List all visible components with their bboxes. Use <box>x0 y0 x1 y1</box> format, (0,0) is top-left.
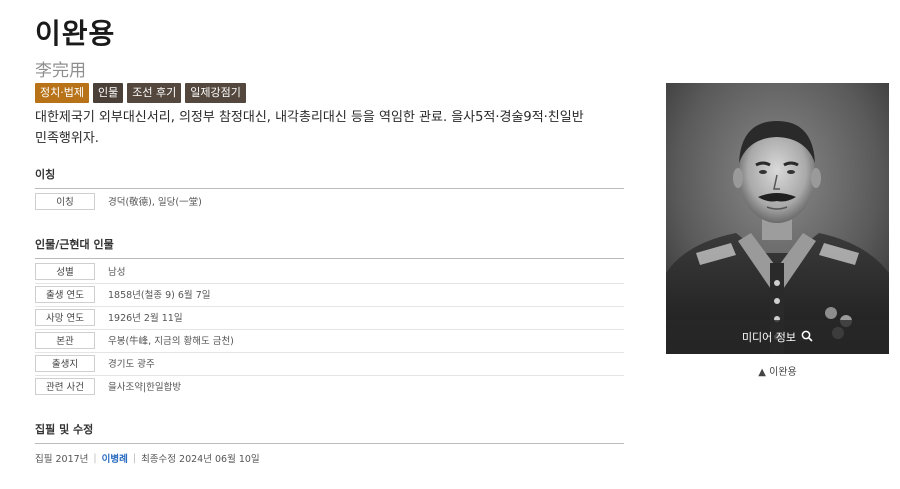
section-heading-writing: 집필 및 수정 <box>35 421 624 444</box>
tag-politics-law[interactable]: 정치·법제 <box>35 83 89 103</box>
info-row-value: 1926년 2월 11일 <box>108 313 183 324</box>
tag-person[interactable]: 인물 <box>92 83 124 103</box>
info-row-label: 관련 사건 <box>35 377 95 395</box>
info-row-value: 경기도 광주 <box>108 359 155 370</box>
info-row-label: 출생지 <box>35 354 95 372</box>
search-icon <box>801 330 813 345</box>
separator: | <box>132 452 137 464</box>
category-tags: 정치·법제 인물 조선 후기 일제강점기 <box>35 83 246 103</box>
row-divider <box>35 306 624 307</box>
info-row: 관련 사건 을사조약|한일합방 <box>35 377 181 395</box>
page-title: 이완용 <box>35 17 116 50</box>
info-row-value: 우봉(牛峰, 지금의 황해도 금천) <box>108 336 234 347</box>
info-row: 이칭 경덕(敬德), 일당(一堂) <box>35 192 202 210</box>
info-row-value: 1858년(철종 9) 6월 7일 <box>108 290 211 301</box>
media-info-button[interactable]: 미디어 정보 <box>666 320 889 354</box>
tag-japanese-occupation[interactable]: 일제강점기 <box>185 83 246 103</box>
tag-late-joseon[interactable]: 조선 후기 <box>127 83 182 103</box>
info-row-label: 출생 연도 <box>35 285 95 303</box>
info-row-label: 본관 <box>35 331 95 349</box>
page-title-hanja: 李完用 <box>35 61 86 81</box>
info-row-label: 사망 연도 <box>35 308 95 326</box>
portrait-photo[interactable]: 미디어 정보 <box>666 83 889 354</box>
info-row: 사망 연도 1926년 2월 11일 <box>35 308 183 326</box>
writing-info: 집필 2017년 | 이병례 | 최종수정 2024년 06월 10일 <box>35 451 260 466</box>
row-divider <box>35 375 624 376</box>
info-row: 출생지 경기도 광주 <box>35 354 155 372</box>
entry-description: 대한제국기 외부대신서리, 의정부 참정대신, 내각총리대신 등을 역임한 관료… <box>35 110 584 146</box>
photo-caption: ▲ 이완용 <box>758 367 797 378</box>
info-row-value: 경덕(敬德), 일당(一堂) <box>108 197 202 208</box>
info-row-value: 남성 <box>108 267 126 278</box>
section-heading-alias: 이칭 <box>35 166 624 189</box>
info-row: 성별 남성 <box>35 262 125 280</box>
row-divider <box>35 352 624 353</box>
author-link[interactable]: 이병례 <box>102 451 128 465</box>
row-divider <box>35 329 624 330</box>
portrait-image <box>666 83 889 354</box>
info-row-label: 성별 <box>35 262 95 280</box>
info-row: 출생 연도 1858년(철종 9) 6월 7일 <box>35 285 210 303</box>
media-info-label: 미디어 정보 <box>741 331 797 344</box>
written-year: 집필 2017년 <box>35 454 89 465</box>
row-divider <box>35 283 624 284</box>
separator: | <box>93 452 97 464</box>
section-heading-person: 인물/근현대 인물 <box>35 236 624 259</box>
info-row-value[interactable]: 을사조약|한일합방 <box>108 379 181 393</box>
last-revised: 최종수정 2024년 06월 10일 <box>141 454 260 465</box>
info-row: 본관 우봉(牛峰, 지금의 황해도 금천) <box>35 331 234 349</box>
info-row-label: 이칭 <box>35 192 95 210</box>
